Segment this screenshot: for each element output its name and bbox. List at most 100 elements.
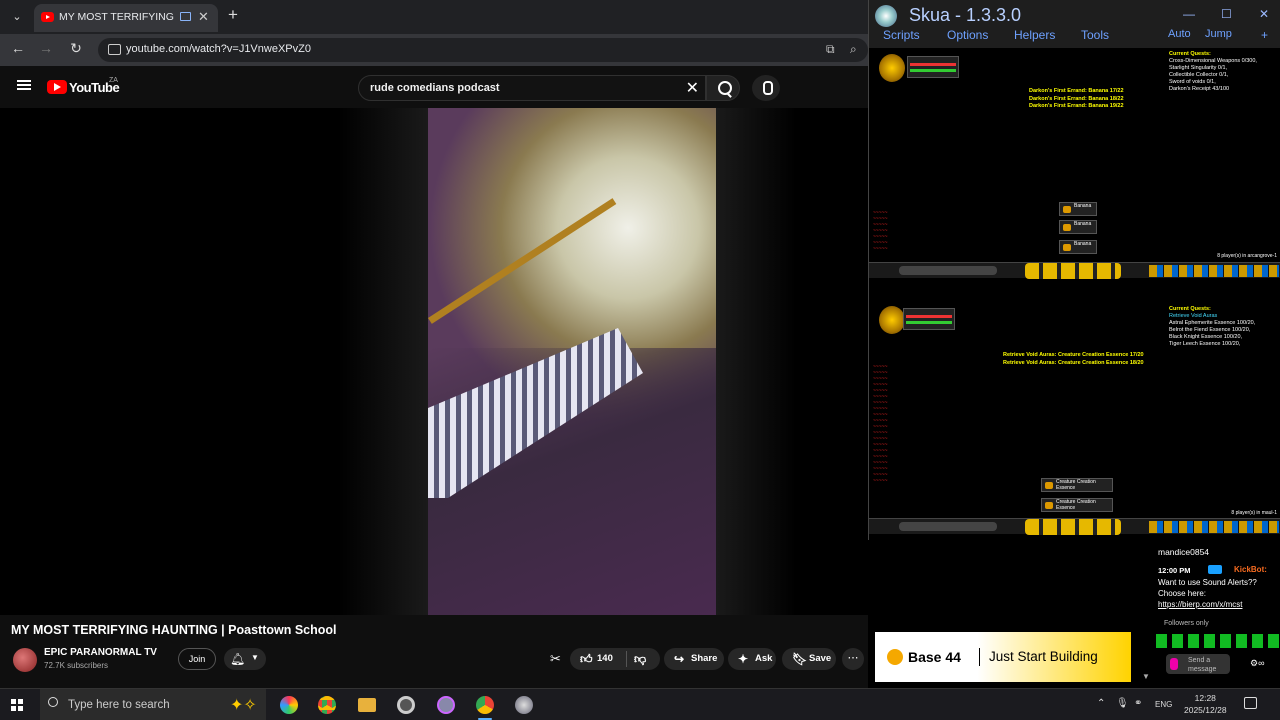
clip-icon[interactable]: ✂ xyxy=(550,651,561,667)
game-chat-input[interactable] xyxy=(899,522,997,531)
tab-youtube[interactable]: MY MOST TERRIFYING HAU ✕ xyxy=(34,4,218,32)
menu-auto[interactable]: Auto xyxy=(1168,28,1191,40)
video-frame-staircase xyxy=(428,108,716,615)
video-player[interactable] xyxy=(0,108,868,615)
close-icon[interactable]: ✕ xyxy=(1259,7,1269,21)
menu-options[interactable]: Options xyxy=(947,28,988,42)
followers-only-label: Followers only xyxy=(1164,620,1209,627)
minimize-icon[interactable]: — xyxy=(1183,7,1195,21)
video-edge-left xyxy=(338,108,428,615)
menu-icons-bar[interactable] xyxy=(1149,521,1279,533)
dislike-icon[interactable]: 👎︎ xyxy=(634,648,646,670)
language-indicator[interactable]: ENG xyxy=(1155,700,1172,709)
microphone-tray-icon[interactable]: 🎙︎ xyxy=(1116,698,1129,709)
zoom-icon[interactable]: ⌕ xyxy=(850,42,857,57)
copilot-sparkle-icon[interactable]: ✦✧ xyxy=(230,695,257,715)
notifications-icon[interactable] xyxy=(1244,697,1257,709)
copilot-app-icon[interactable] xyxy=(280,696,298,714)
clear-search-icon[interactable]: ✕ xyxy=(686,78,699,98)
system-clock[interactable]: 12:28 2025/12/28 xyxy=(1184,692,1227,716)
quest-tracker: Current Quests: Cross-Dimensional Weapon… xyxy=(1169,51,1257,92)
menu-helpers[interactable]: Helpers xyxy=(1014,28,1055,42)
channel-name[interactable]: EPIC PARANORMAL TV xyxy=(44,647,157,658)
tab-search-icon[interactable]: ⌄ xyxy=(6,7,28,27)
game-client-2[interactable]: Current Quests: Retrieve Void Auras Astr… xyxy=(869,300,1280,540)
chrome-icon[interactable] xyxy=(318,696,336,714)
windows-start-icon[interactable] xyxy=(11,699,23,711)
collapse-chevron-icon[interactable]: ▼ xyxy=(1142,672,1150,681)
subscribed-bell-button[interactable]: 🔔︎ ▼ xyxy=(224,648,266,670)
obs-icon[interactable] xyxy=(397,696,415,714)
base44-logo-icon xyxy=(887,649,903,665)
menu-icon[interactable] xyxy=(17,80,31,90)
search-input[interactable]: rude comedians podcast ✕ xyxy=(358,75,706,101)
chat-link[interactable]: https://bierp.com/x/mcst xyxy=(1158,600,1242,609)
menu-icons-bar[interactable] xyxy=(1149,265,1279,277)
subscriber-count: 72.7K subscribers xyxy=(44,661,109,670)
forward-icon[interactable]: → xyxy=(36,40,56,56)
drop-item[interactable]: Banana xyxy=(1059,220,1097,234)
save-button[interactable]: 🔖︎ Save xyxy=(782,648,836,670)
chat-bot-name[interactable]: KickBot: xyxy=(1234,565,1267,574)
chat-message: Want to use Sound Alerts?? Choose here: xyxy=(1158,578,1257,598)
video-title: MY MOST TERRIFYING HAUNTING | Poasttown … xyxy=(11,623,337,637)
taskbar-search[interactable]: Type here to search ✦✧ xyxy=(40,689,266,720)
mic-icon[interactable] xyxy=(1170,658,1178,670)
desktop: ⌄ MY MOST TERRIFYING HAU ✕ + ← → ↻ youtu… xyxy=(0,0,1280,720)
search-button[interactable] xyxy=(706,75,740,101)
quest-progress-messages: Retrieve Void Auras: Creature Creation E… xyxy=(1003,352,1144,366)
game-chat-input[interactable] xyxy=(899,266,997,275)
game-client-1[interactable]: Current Quests: Cross-Dimensional Weapon… xyxy=(869,48,1280,288)
maximize-icon[interactable]: ☐ xyxy=(1221,7,1232,21)
site-info-icon[interactable] xyxy=(108,44,121,55)
chrome-active-icon[interactable] xyxy=(476,696,494,714)
skill-bar[interactable] xyxy=(1025,519,1121,535)
new-tab-button[interactable]: + xyxy=(228,5,238,25)
skua-taskbar-icon[interactable] xyxy=(515,696,533,714)
like-count[interactable]: 140 xyxy=(597,648,613,670)
drop-item[interactable]: Banana xyxy=(1059,202,1097,216)
menu-scripts[interactable]: Scripts xyxy=(883,28,920,42)
address-bar[interactable]: youtube.com/watch?v=J1VnweXPvZ0 ⧉ ⌕ xyxy=(98,38,868,62)
more-actions-icon[interactable]: ⋯ xyxy=(842,648,864,670)
ask-button[interactable]: ✦ Ask xyxy=(728,648,776,670)
skua-window: Skua - 1.3.3.0 — ☐ ✕ Scripts Options Hel… xyxy=(868,0,1280,540)
share-label: Share xyxy=(691,653,718,664)
like-icon[interactable]: 👍︎ xyxy=(580,648,593,670)
drop-item[interactable]: Creature Creation Essence xyxy=(1041,478,1113,492)
add-icon[interactable]: + xyxy=(1261,28,1268,42)
taskbar: Type here to search ✦✧ ⌃ 🎙︎ ⚭ ENG 12:28 … xyxy=(0,688,1280,720)
file-explorer-icon[interactable] xyxy=(358,698,376,712)
emote-row[interactable] xyxy=(1156,634,1280,648)
combat-log: ~~~~~ ~~~~~ ~~~~~ ~~~~~ ~~~~~ ~~~~~ ~~~~~ xyxy=(873,210,888,252)
reload-icon[interactable]: ↻ xyxy=(66,40,86,57)
menu-jump[interactable]: Jump xyxy=(1205,28,1232,40)
app-icon[interactable] xyxy=(437,696,455,714)
clock-time: 12:28 xyxy=(1194,693,1216,703)
voice-search-icon[interactable] xyxy=(752,75,780,101)
chat-username[interactable]: mandice0854 xyxy=(1158,547,1209,557)
back-icon[interactable]: ← xyxy=(8,40,28,56)
browser-toolbar: ← → ↻ youtube.com/watch?v=J1VnweXPvZ0 ⧉ … xyxy=(0,34,868,66)
menu-tools[interactable]: Tools xyxy=(1081,28,1109,42)
install-app-icon[interactable]: ⧉ xyxy=(826,42,835,57)
chat-timestamp: 12:00 PM xyxy=(1158,566,1191,575)
bookmark-icon: 🔖︎ xyxy=(792,652,808,666)
share-button[interactable]: ↪ Share xyxy=(664,648,724,670)
join-button[interactable]: Join xyxy=(178,648,216,670)
quest-tracker: Current Quests: Retrieve Void Auras Astr… xyxy=(1169,306,1256,347)
drop-item[interactable]: Creature Creation Essence xyxy=(1041,498,1113,512)
tab-bar: ⌄ MY MOST TERRIFYING HAU ✕ + xyxy=(0,0,868,34)
close-tab-icon[interactable]: ✕ xyxy=(198,9,209,25)
chat-settings-icon[interactable]: ⚙∞ xyxy=(1250,658,1264,669)
skill-bar[interactable] xyxy=(1025,263,1121,279)
channel-avatar[interactable] xyxy=(13,648,37,672)
ad-banner[interactable]: Base 44 Just Start Building xyxy=(875,632,1131,682)
network-icon[interactable]: ⚭ xyxy=(1134,698,1142,709)
ad-tagline: Just Start Building xyxy=(989,649,1098,664)
tray-overflow-icon[interactable]: ⌃ xyxy=(1097,698,1105,709)
game-action-bar xyxy=(869,518,1280,535)
youtube-logo-icon[interactable] xyxy=(47,80,67,94)
skua-title-bar: Skua - 1.3.3.0 — ☐ ✕ Scripts Options Hel… xyxy=(869,0,1280,48)
drop-item[interactable]: Banana xyxy=(1059,240,1097,254)
